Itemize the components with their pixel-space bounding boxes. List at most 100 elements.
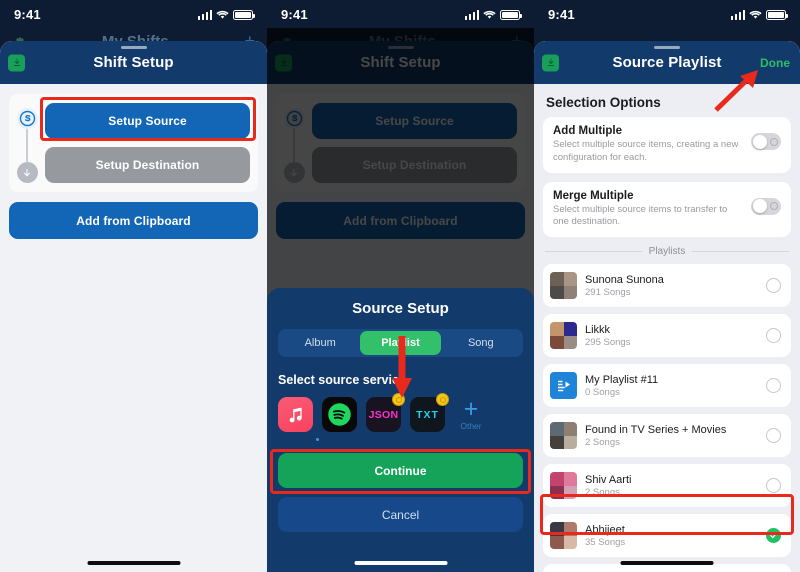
option-merge-multiple[interactable]: Merge Multiple Select multiple source it…	[543, 181, 791, 238]
service-list: JSON TXT + Other	[278, 393, 523, 432]
add-multiple-toggle[interactable]	[751, 133, 781, 150]
toggle-knob	[752, 134, 767, 149]
other-label: Other	[460, 420, 482, 431]
playlist-row[interactable]: Found in TV Series + Movies 2 Songs	[543, 414, 791, 458]
red-arrow-playlist	[392, 336, 412, 398]
toggle-off-icon	[770, 137, 778, 146]
playlist-text: Found in TV Series + Movies 2 Songs	[585, 424, 758, 448]
playlists-section-header: Playlists	[545, 246, 789, 257]
album-art	[550, 422, 577, 450]
playlist-name: Shiv Aarti	[585, 473, 632, 486]
status-bar: 9:41	[0, 0, 267, 28]
shift-setup-sheet: Shift Setup Setup Source Setup Destinati…	[0, 41, 267, 572]
playlist-row[interactable]: Sunona Sunona 291 Songs	[543, 264, 791, 308]
setup-source-button[interactable]: Setup Source	[45, 103, 250, 139]
setup-buttons: Setup Source Setup Destination	[45, 103, 250, 183]
panel-source-setup: My Shifts + Shift Setup	[267, 0, 534, 572]
divider-left	[545, 251, 642, 253]
app-download-icon	[542, 54, 559, 71]
txt-label: TXT	[416, 408, 439, 421]
done-button[interactable]: Done	[760, 56, 790, 70]
playlist-row[interactable]: My Playlist #11 0 Songs	[543, 364, 791, 408]
playlist-name: My Playlist #11	[585, 373, 659, 386]
playlist-text: My Playlist #11 0 Songs	[585, 374, 758, 398]
cellular-signal-icon	[197, 10, 212, 20]
option-add-multiple-desc: Select multiple source items, creating a…	[553, 139, 739, 163]
app-download-icon	[8, 54, 25, 71]
cancel-button[interactable]: Cancel	[278, 497, 523, 532]
premium-badge-icon	[436, 393, 449, 406]
playlist-name: Likkk	[585, 323, 611, 336]
toggle-off-icon	[770, 202, 778, 211]
status-icons	[730, 8, 788, 20]
playlist-song-count: 35 Songs	[585, 536, 626, 548]
playlist-name: Abhijeet	[585, 523, 625, 536]
sheet-grabber[interactable]	[654, 46, 680, 49]
panel-source-playlist: 9:41 Source Playlist Done Selection Opti…	[534, 0, 800, 572]
continue-button[interactable]: Continue	[278, 453, 523, 488]
status-time: 9:41	[281, 6, 308, 22]
cellular-signal-icon	[464, 10, 479, 20]
page-title: Shift Setup	[93, 54, 174, 71]
select-radio[interactable]	[766, 428, 781, 444]
wifi-icon	[216, 10, 229, 20]
cellular-signal-icon	[730, 10, 745, 20]
playlist-name: Sunona Sunona	[585, 273, 664, 286]
other-plus-icon: +	[463, 394, 479, 423]
playlist-song-count: 2 Songs	[585, 486, 620, 498]
segment-album[interactable]: Album	[280, 331, 360, 355]
json-label: JSON	[368, 408, 399, 421]
playlist-row[interactable]: Abhijeet 35 Songs	[543, 514, 791, 558]
other-service-button[interactable]: + Other	[454, 394, 488, 431]
setup-destination-button[interactable]: Setup Destination	[45, 147, 250, 183]
playlist-row[interactable]: Likkk 295 Songs	[543, 314, 791, 358]
playlist-text: Abhijeet 35 Songs	[585, 524, 758, 548]
playlist-row[interactable]: Shiv Aarti 2 Songs	[543, 464, 791, 508]
add-from-clipboard-button[interactable]: Add from Clipboard	[9, 202, 258, 239]
playlist-text: Likkk 295 Songs	[585, 324, 758, 348]
status-time: 9:41	[14, 6, 41, 22]
source-setup-title: Source Setup	[352, 300, 449, 317]
json-file-icon[interactable]: JSON	[366, 393, 405, 432]
select-radio[interactable]	[766, 278, 781, 294]
divider-right	[692, 251, 789, 253]
option-merge-multiple-text: Merge Multiple Select multiple source it…	[553, 190, 743, 230]
panel-shift-setup: My Shifts + 9:41 Shift Setup	[0, 0, 267, 572]
sheet-grabber[interactable]	[120, 46, 147, 49]
playlist-name: Found in TV Series + Movies	[585, 423, 727, 436]
selected-check-icon[interactable]	[766, 528, 781, 544]
shift-setup-body: Setup Source Setup Destination Add from …	[0, 84, 267, 249]
option-add-multiple[interactable]: Add Multiple Select multiple source item…	[543, 117, 791, 173]
playlist-song-count: 2 Songs	[585, 436, 620, 448]
page-indicator-dot	[316, 438, 319, 441]
wifi-icon	[749, 10, 762, 20]
home-indicator	[620, 561, 714, 565]
red-arrow-done	[714, 70, 758, 112]
screenshot-stage: My Shifts + 9:41 Shift Setup	[0, 0, 800, 572]
playlist-song-count: 291 Songs	[585, 286, 631, 298]
merge-multiple-toggle[interactable]	[751, 197, 781, 215]
battery-icon	[500, 10, 522, 20]
playlist-row[interactable]: Office51 Songs	[543, 564, 791, 572]
playlist-list: Sunona Sunona 291 Songs Likkk 295 Songs My P…	[543, 264, 791, 572]
select-radio[interactable]	[766, 328, 781, 344]
apple-music-icon[interactable]	[278, 397, 313, 432]
album-art	[550, 272, 577, 300]
battery-icon	[766, 10, 788, 20]
playlist-text: Sunona Sunona 291 Songs	[585, 274, 758, 298]
playlist-song-count: 295 Songs	[585, 336, 631, 348]
spotify-icon[interactable]	[322, 397, 357, 432]
status-time: 9:41	[548, 6, 575, 22]
option-add-multiple-name: Add Multiple	[553, 125, 622, 137]
shift-setup-header: Shift Setup	[0, 41, 267, 84]
select-radio[interactable]	[766, 378, 781, 394]
playlist-icon	[550, 372, 577, 400]
album-art	[550, 522, 577, 550]
page-title: Source Playlist	[612, 54, 722, 71]
option-merge-multiple-desc: Select multiple source items to transfer…	[553, 203, 728, 228]
txt-file-icon[interactable]: TXT	[410, 393, 449, 432]
playlist-text: Shiv Aarti 2 Songs	[585, 474, 758, 498]
select-radio[interactable]	[766, 478, 781, 494]
segment-song[interactable]: Song	[441, 331, 521, 355]
setup-rail	[13, 103, 41, 183]
